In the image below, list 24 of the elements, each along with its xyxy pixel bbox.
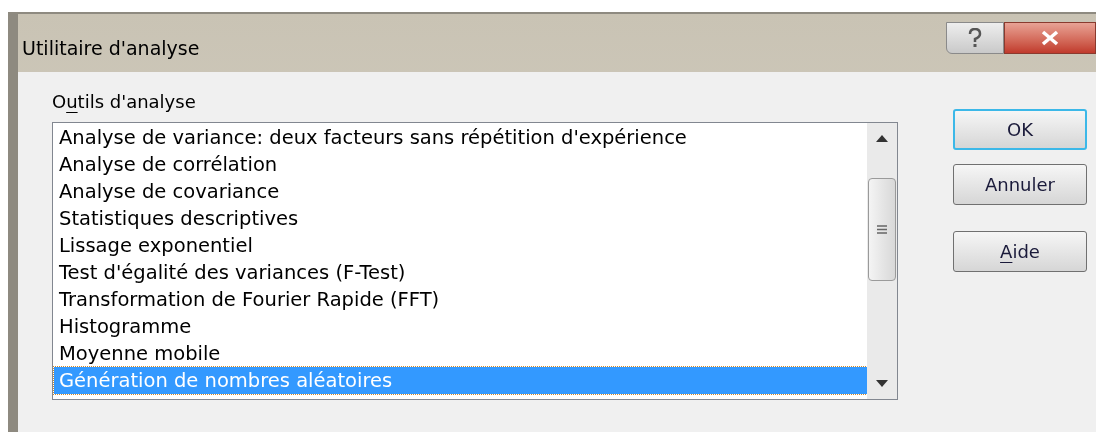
tool-list[interactable] — [52, 122, 898, 400]
list-item[interactable]: Transformation de Fourier Rapide (FFT) — [54, 286, 867, 313]
grip-icon — [877, 225, 887, 234]
scrollbar[interactable] — [867, 123, 897, 399]
list-item[interactable]: Test d'égalité des variances (F-Test) — [54, 259, 867, 286]
close-icon — [1040, 30, 1060, 46]
list-item[interactable]: Statistiques descriptives — [54, 205, 867, 232]
close-button[interactable] — [1004, 22, 1096, 54]
dialog-button[interactable]: Aide — [953, 231, 1087, 272]
list-item[interactable]: Analyse de covariance — [54, 178, 867, 205]
list-item[interactable]: Moyenne mobile — [54, 340, 867, 367]
list-item[interactable]: Histogramme — [54, 313, 867, 340]
dialog-button[interactable]: OK — [953, 109, 1087, 150]
list-label: Outils d'analyse — [52, 90, 197, 114]
scroll-down-icon[interactable] — [876, 380, 888, 387]
dialog-button[interactable]: Annuler — [953, 164, 1087, 205]
list-item[interactable]: Analyse de variance: deux facteurs sans répétition d'expérience — [54, 124, 867, 151]
scroll-thumb[interactable] — [868, 178, 896, 281]
scroll-up-icon[interactable] — [876, 135, 888, 142]
list-item[interactable]: Lissage exponentiel — [54, 232, 867, 259]
help-icon — [968, 28, 982, 48]
window-title: Utilitaire d'analyse — [22, 36, 200, 61]
help-button[interactable] — [946, 22, 1004, 54]
list-item[interactable]: Analyse de corrélation — [54, 151, 867, 178]
